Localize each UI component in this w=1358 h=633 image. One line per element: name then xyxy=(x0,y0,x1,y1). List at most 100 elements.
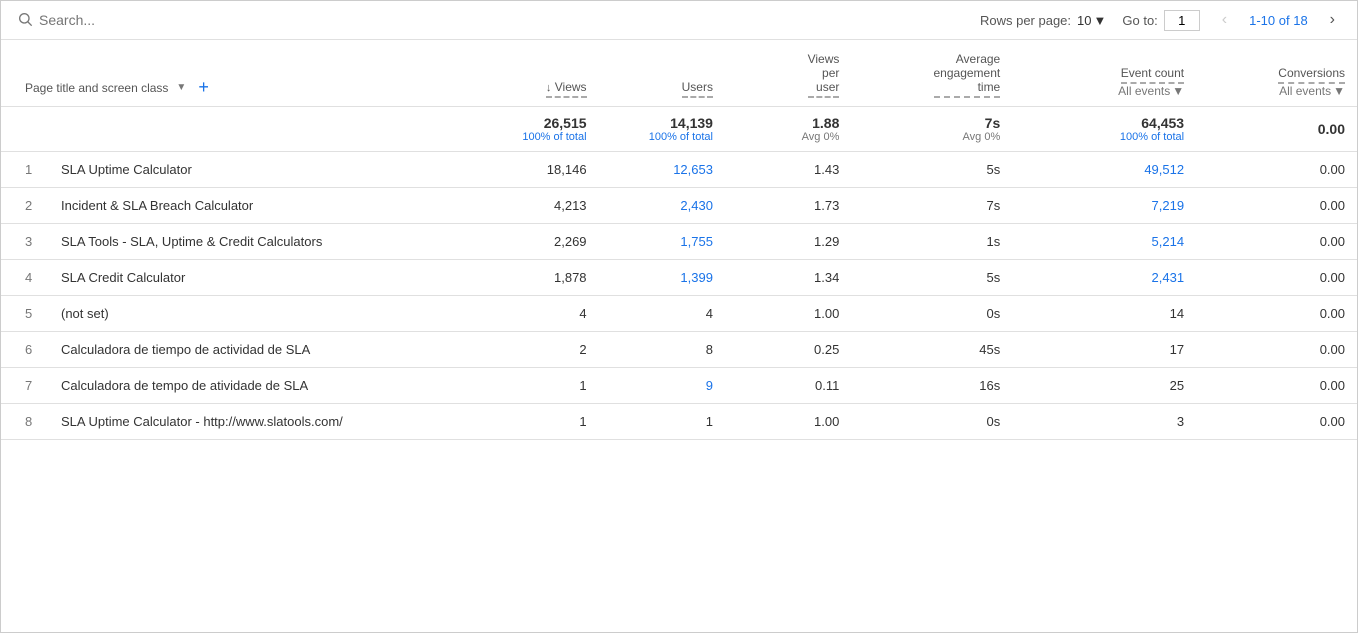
goto-input[interactable] xyxy=(1164,10,1200,31)
index-name-cell: 6 Calculadora de tiempo de actividad de … xyxy=(25,342,449,357)
row-avg-engagement-cell: 7s xyxy=(851,188,1012,224)
add-dimension-button[interactable]: + xyxy=(198,77,209,98)
row-conversions-cell: 0.00 xyxy=(1196,260,1357,296)
goto-label: Go to: xyxy=(1122,13,1157,28)
summary-conversions-cell: 0.00 xyxy=(1196,107,1357,152)
summary-vpu-main: 1.88 xyxy=(737,115,839,131)
row-index: 5 xyxy=(25,306,49,321)
row-event-count-cell: 3 xyxy=(1012,404,1196,440)
event-count-dropdown[interactable]: All events ▼ xyxy=(1118,84,1184,98)
prev-page-button[interactable]: ‹ xyxy=(1216,9,1233,31)
row-index: 2 xyxy=(25,198,49,213)
row-views-cell: 1 xyxy=(461,404,599,440)
row-vpu-cell: 1.34 xyxy=(725,260,851,296)
row-name[interactable]: Incident & SLA Breach Calculator xyxy=(61,198,253,213)
row-event-count-cell: 14 xyxy=(1012,296,1196,332)
summary-event-count-cell: 64,453 100% of total xyxy=(1012,107,1196,152)
col-views-label[interactable]: ↓ Views xyxy=(546,80,587,98)
row-event-count-cell: 49,512 xyxy=(1012,152,1196,188)
row-name[interactable]: Calculadora de tiempo de actividad de SL… xyxy=(61,342,310,357)
conversions-dropdown[interactable]: All events ▼ xyxy=(1279,84,1345,98)
row-views-cell: 4,213 xyxy=(461,188,599,224)
row-event-count-cell: 7,219 xyxy=(1012,188,1196,224)
row-name[interactable]: Calculadora de tempo de atividade de SLA xyxy=(61,378,308,393)
row-page-title-cell: 7 Calculadora de tempo de atividade de S… xyxy=(1,368,461,404)
row-avg-engagement-cell: 0s xyxy=(851,404,1012,440)
row-views-cell: 1,878 xyxy=(461,260,599,296)
next-page-button[interactable]: › xyxy=(1324,9,1341,31)
index-name-cell: 8 SLA Uptime Calculator - http://www.sla… xyxy=(25,414,449,429)
summary-vpu-sub: Avg 0% xyxy=(737,131,839,143)
table-row: 1 SLA Uptime Calculator 18,14612,6531.43… xyxy=(1,152,1357,188)
summary-conv-main: 0.00 xyxy=(1208,121,1345,137)
top-bar: Rows per page: 10 ▼ Go to: ‹ 1-10 of 18 … xyxy=(1,1,1357,40)
rows-per-page-dropdown[interactable]: 10 ▼ xyxy=(1077,13,1106,28)
row-event-count-cell: 5,214 xyxy=(1012,224,1196,260)
row-vpu-cell: 1.00 xyxy=(725,404,851,440)
goto-area: Go to: xyxy=(1122,10,1199,31)
row-users-cell: 2,430 xyxy=(599,188,725,224)
rows-dropdown-chevron-icon: ▼ xyxy=(1094,13,1107,28)
table-row: 2 Incident & SLA Breach Calculator 4,213… xyxy=(1,188,1357,224)
row-vpu-cell: 0.25 xyxy=(725,332,851,368)
row-views-cell: 18,146 xyxy=(461,152,599,188)
row-event-count-cell: 17 xyxy=(1012,332,1196,368)
row-page-title-cell: 4 SLA Credit Calculator xyxy=(1,260,461,296)
row-users-cell: 9 xyxy=(599,368,725,404)
index-name-cell: 7 Calculadora de tempo de atividade de S… xyxy=(25,378,449,393)
summary-users-cell: 14,139 100% of total xyxy=(599,107,725,152)
row-index: 6 xyxy=(25,342,49,357)
col-event-count-label[interactable]: Event count xyxy=(1121,66,1184,84)
index-name-cell: 4 SLA Credit Calculator xyxy=(25,270,449,285)
row-event-count-cell: 25 xyxy=(1012,368,1196,404)
col-avg-engagement-label[interactable]: Averageengagementtime xyxy=(934,52,1001,98)
col-header-views: ↓ Views xyxy=(461,40,599,107)
row-name[interactable]: SLA Credit Calculator xyxy=(61,270,185,285)
col-header-avg-engagement: Averageengagementtime xyxy=(851,40,1012,107)
data-table: Page title and screen class ▼ + ↓ Views xyxy=(1,40,1357,440)
row-name[interactable]: SLA Uptime Calculator xyxy=(61,162,192,177)
row-views-cell: 1 xyxy=(461,368,599,404)
summary-ec-sub: 100% of total xyxy=(1024,131,1184,143)
col-conversions-label[interactable]: Conversions xyxy=(1278,66,1345,84)
table-header-row: Page title and screen class ▼ + ↓ Views xyxy=(1,40,1357,107)
summary-views-cell: 26,515 100% of total xyxy=(461,107,599,152)
pagination-info: 1-10 of 18 xyxy=(1249,13,1308,28)
row-vpu-cell: 0.11 xyxy=(725,368,851,404)
summary-avg-sub: Avg 0% xyxy=(863,131,1000,143)
index-name-cell: 5 (not set) xyxy=(25,306,449,321)
sort-down-icon: ↓ xyxy=(546,82,552,94)
row-vpu-cell: 1.00 xyxy=(725,296,851,332)
page-title-chevron-icon[interactable]: ▼ xyxy=(176,82,186,93)
table-row: 6 Calculadora de tiempo de actividad de … xyxy=(1,332,1357,368)
rows-per-page-label: Rows per page: xyxy=(980,13,1071,28)
row-users-cell: 1,755 xyxy=(599,224,725,260)
summary-page-title-cell xyxy=(1,107,461,152)
event-count-sublabel: All events xyxy=(1118,84,1170,98)
rows-per-page-area: Rows per page: 10 ▼ xyxy=(980,13,1106,28)
row-name[interactable]: (not set) xyxy=(61,306,109,321)
summary-views-main: 26,515 xyxy=(473,115,587,131)
row-page-title-cell: 6 Calculadora de tiempo de actividad de … xyxy=(1,332,461,368)
index-name-cell: 2 Incident & SLA Breach Calculator xyxy=(25,198,449,213)
search-icon xyxy=(17,11,33,30)
table-row: 8 SLA Uptime Calculator - http://www.sla… xyxy=(1,404,1357,440)
col-views-per-user-label[interactable]: Viewsperuser xyxy=(808,52,840,98)
event-count-chevron-icon: ▼ xyxy=(1172,84,1184,98)
col-page-title-label: Page title and screen class xyxy=(25,81,168,95)
summary-avg-main: 7s xyxy=(863,115,1000,131)
row-views-cell: 2 xyxy=(461,332,599,368)
table-body: 1 SLA Uptime Calculator 18,14612,6531.43… xyxy=(1,152,1357,440)
row-conversions-cell: 0.00 xyxy=(1196,332,1357,368)
row-vpu-cell: 1.43 xyxy=(725,152,851,188)
row-index: 1 xyxy=(25,162,49,177)
search-input[interactable] xyxy=(39,12,219,28)
row-users-cell: 12,653 xyxy=(599,152,725,188)
col-users-label[interactable]: Users xyxy=(682,80,713,98)
row-users-cell: 1,399 xyxy=(599,260,725,296)
summary-users-main: 14,139 xyxy=(611,115,713,131)
row-name[interactable]: SLA Uptime Calculator - http://www.slato… xyxy=(61,414,343,429)
row-conversions-cell: 0.00 xyxy=(1196,152,1357,188)
row-name[interactable]: SLA Tools - SLA, Uptime & Credit Calcula… xyxy=(61,234,322,249)
col-header-users: Users xyxy=(599,40,725,107)
